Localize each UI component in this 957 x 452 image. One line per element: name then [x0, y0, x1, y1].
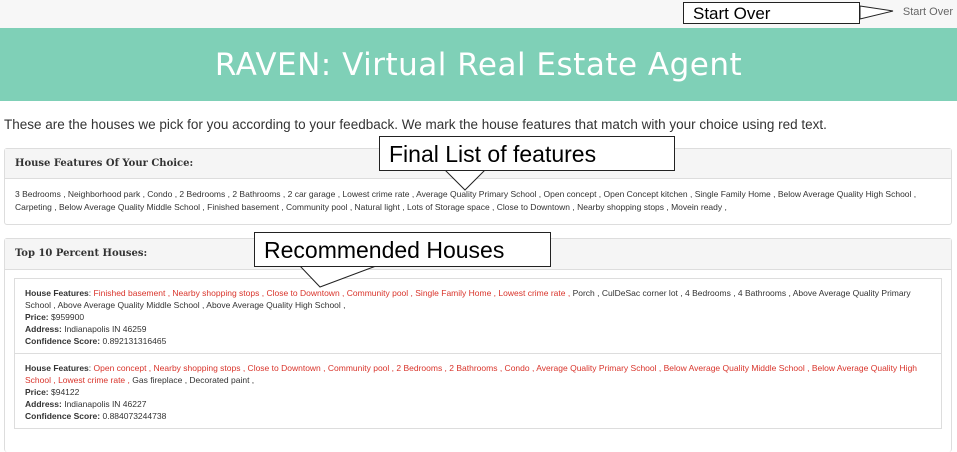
matched-features: Finished basement , Nearby shopping stop… [93, 288, 571, 298]
house-features: House Features: Open concept , Nearby sh… [25, 363, 918, 385]
house-features-label: House Features [25, 363, 89, 373]
confidence-value: 0.884073244738 [102, 411, 167, 421]
confidence-value: 0.892131316465 [102, 336, 167, 346]
house-confidence: Confidence Score: 0.884073244738 [25, 410, 931, 422]
house-features-label: House Features [25, 288, 89, 298]
house-list: House Features: Finished basement , Near… [5, 270, 951, 429]
address-value: Indianapolis IN 46227 [64, 399, 147, 409]
confidence-label: Confidence Score: [25, 411, 101, 421]
start-over-callout: Start Over [683, 2, 860, 24]
address-label: Address: [25, 324, 62, 334]
house-price: Price: $959900 [25, 311, 931, 323]
price-value: $94122 [51, 387, 80, 397]
house-address: Address: Indianapolis IN 46227 [25, 398, 931, 410]
price-value: $959900 [51, 312, 85, 322]
house-features: House Features: Finished basement , Near… [25, 288, 911, 310]
recommended-callout: Recommended Houses [254, 232, 551, 267]
final-list-callout: Final List of features [379, 136, 675, 171]
app-header: RAVEN: Virtual Real Estate Agent [0, 28, 957, 101]
start-over-link[interactable]: Start Over [903, 6, 953, 18]
top-houses-panel: Top 10 Percent Houses: House Features: F… [4, 238, 952, 452]
other-features: Gas fireplace , Decorated paint , [129, 375, 255, 385]
price-label: Price: [25, 387, 49, 397]
confidence-label: Confidence Score: [25, 336, 101, 346]
intro-text: These are the houses we pick for you acc… [4, 117, 827, 132]
app-title: RAVEN: Virtual Real Estate Agent [214, 46, 743, 83]
address-label: Address: [25, 399, 62, 409]
selected-features-list: 3 Bedrooms , Neighborhood park , Condo ,… [15, 189, 917, 212]
house-item[interactable]: House Features: Open concept , Nearby sh… [14, 353, 942, 429]
price-label: Price: [25, 312, 49, 322]
house-item[interactable]: House Features: Finished basement , Near… [14, 278, 942, 354]
house-price: Price: $94122 [25, 386, 931, 398]
address-value: Indianapolis IN 46259 [64, 324, 147, 334]
house-confidence: Confidence Score: 0.892131316465 [25, 335, 931, 347]
house-address: Address: Indianapolis IN 46259 [25, 323, 931, 335]
